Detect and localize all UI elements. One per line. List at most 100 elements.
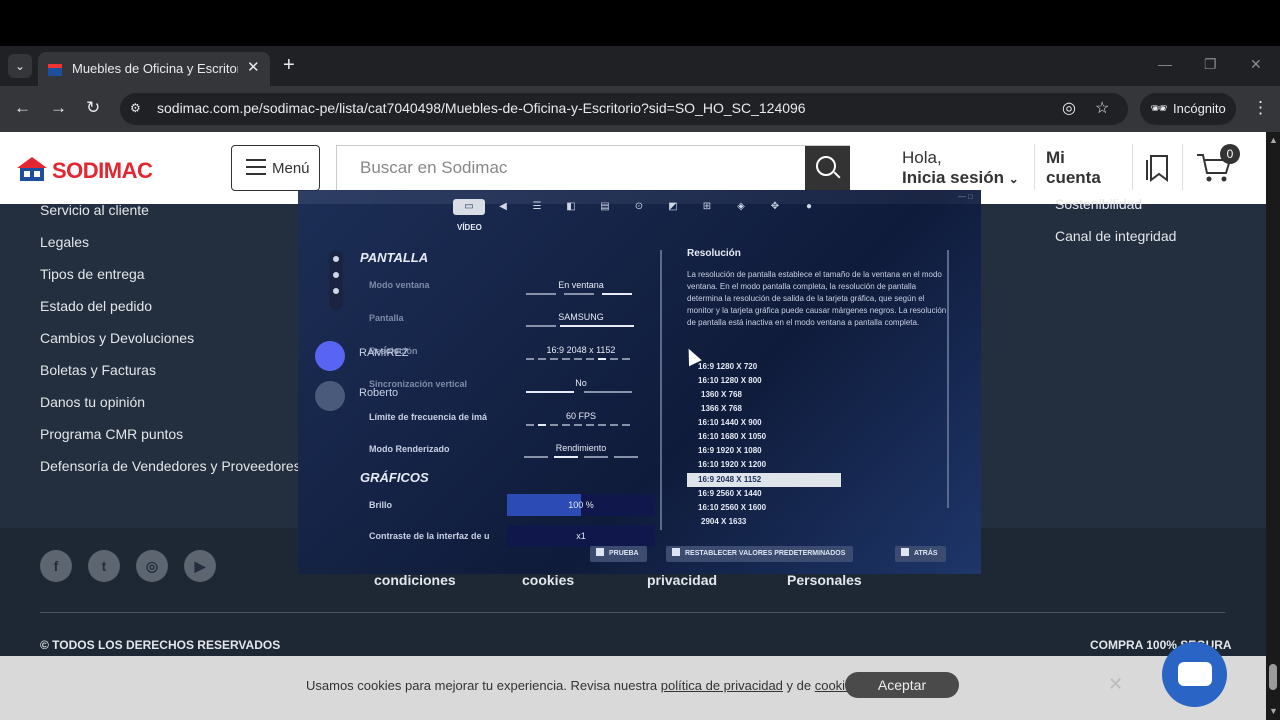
settings-scrollbar[interactable] <box>660 250 662 530</box>
privacy-policy-link[interactable]: política de privacidad <box>661 678 783 693</box>
resolution-option[interactable]: 16:10 2560 X 1600 <box>698 503 766 512</box>
youtube-icon[interactable]: ▶ <box>184 550 216 582</box>
resolution-option[interactable]: 16:10 1280 X 800 <box>698 376 762 385</box>
facebook-icon[interactable]: f <box>40 550 72 582</box>
resolution-option-selected[interactable]: 16:9 2048 X 1152 <box>687 473 841 487</box>
legal-link-privacy[interactable]: privacidad <box>647 572 717 588</box>
footer-link[interactable]: Servicio al cliente <box>40 202 149 218</box>
greeting-line1: Hola, <box>902 148 942 167</box>
resolution-option[interactable]: 16:9 1920 X 1080 <box>698 446 762 455</box>
resolution-option[interactable]: 2904 X 1633 <box>701 517 746 526</box>
resolution-option[interactable]: 1360 X 768 <box>701 390 742 399</box>
controller-layout-icon[interactable]: ◩ <box>663 199 683 215</box>
incognito-indicator[interactable]: 🕶 Incógnito <box>1140 93 1236 125</box>
footer-link[interactable]: Estado del pedido <box>40 298 152 314</box>
scroll-thumb[interactable] <box>1269 664 1277 690</box>
setting-value[interactable]: En ventana <box>522 280 640 290</box>
tab-close-icon[interactable]: ✕ <box>247 58 260 76</box>
ui-contrast-slider[interactable]: x1 <box>507 525 655 547</box>
scroll-down-icon[interactable]: ▼ <box>1269 706 1278 716</box>
resolution-option[interactable]: 1366 X 768 <box>701 404 742 413</box>
side-dot <box>333 256 339 262</box>
page-scrollbar[interactable]: ▲ ▼ <box>1266 132 1280 720</box>
setting-value[interactable]: SAMSUNG <box>522 312 640 322</box>
footer-link[interactable]: Programa CMR puntos <box>40 426 183 442</box>
touch-icon[interactable]: ✥ <box>765 199 785 215</box>
brightness-slider[interactable]: 100 % <box>507 494 655 516</box>
twitter-icon[interactable]: t <box>88 550 120 582</box>
restore-icon[interactable]: ❐ <box>1204 56 1217 73</box>
overlay-window-controls[interactable]: — □ <box>958 192 973 201</box>
setting-value[interactable]: 16:9 2048 x 1152 <box>522 345 640 355</box>
back-button[interactable]: ATRÁS <box>895 546 946 562</box>
footer-link[interactable]: Legales <box>40 234 89 250</box>
minimize-icon[interactable]: — <box>1158 56 1172 72</box>
gamepad-icon[interactable]: ◈ <box>731 199 751 215</box>
test-button[interactable]: PRUEBA <box>590 546 647 562</box>
section-graphics: GRÁFICOS <box>360 470 429 485</box>
footer-link[interactable]: Boletas y Facturas <box>40 362 156 378</box>
accept-cookies-button[interactable]: Aceptar <box>845 672 959 698</box>
footer-link-sustainability[interactable]: Sostenibilidad <box>1055 196 1142 212</box>
network-icon[interactable]: ⊞ <box>697 199 717 215</box>
contact-chat-button[interactable] <box>1162 642 1227 707</box>
setting-value[interactable]: Rendimiento <box>522 443 640 453</box>
menu-button[interactable]: Menú <box>231 145 320 191</box>
resolution-option[interactable]: 16:9 2560 X 1440 <box>698 489 762 498</box>
resolution-option[interactable]: 16:10 1920 X 1200 <box>698 460 766 469</box>
accessibility-icon[interactable]: ☰ <box>527 199 547 215</box>
slider-value: x1 <box>576 531 586 541</box>
my-account-link[interactable]: Mi cuenta <box>1046 148 1101 188</box>
reset-defaults-button[interactable]: RESTABLECER VALORES PREDETERMINADOS <box>666 546 854 562</box>
incognito-label: Incógnito <box>1173 101 1226 116</box>
footer-link[interactable]: Danos tu opinión <box>40 394 145 410</box>
cookie-message: Usamos cookies para mejorar tu experienc… <box>306 678 859 693</box>
footer-link-integrity[interactable]: Canal de integridad <box>1055 228 1176 244</box>
cookie-close-icon[interactable]: ✕ <box>1108 674 1123 695</box>
setting-value[interactable]: No <box>522 378 640 388</box>
forward-icon[interactable]: → <box>50 98 67 118</box>
resolution-option[interactable]: 16:10 1440 X 900 <box>698 418 762 427</box>
footer-link[interactable]: Cambios y Devoluciones <box>40 330 194 346</box>
legal-link-cookies[interactable]: cookies <box>522 572 574 588</box>
gameplay-icon[interactable]: ▤ <box>595 199 615 215</box>
sodimac-logo[interactable]: SODIMAC <box>16 154 176 186</box>
kebab-menu-icon[interactable]: ⋮ <box>1252 98 1269 118</box>
new-tab-plus-icon[interactable]: + <box>283 54 295 77</box>
discord-icon <box>315 381 345 411</box>
speaker-icon[interactable]: ◀ <box>493 199 513 215</box>
star-icon[interactable]: ☆ <box>1095 98 1109 118</box>
reload-icon[interactable]: ↻ <box>86 98 100 118</box>
search-button[interactable] <box>805 146 850 190</box>
account-icon[interactable]: ● <box>799 199 819 215</box>
side-dot <box>333 272 339 278</box>
overlay-side-scroll[interactable] <box>329 250 343 310</box>
login-link[interactable]: Hola, Inicia sesión ⌄ <box>902 148 1019 189</box>
section-screen: PANTALLA <box>360 250 429 265</box>
game-icon[interactable]: ◧ <box>561 199 581 215</box>
saved-lists-icon[interactable] <box>1145 154 1169 182</box>
legal-link-personal-data[interactable]: Personales <box>787 572 862 588</box>
tab-search-chevron-down-icon[interactable]: ⌄ <box>8 54 32 78</box>
key-t-icon <box>596 548 604 556</box>
resolution-option[interactable]: 16:9 1280 X 720 <box>698 362 757 371</box>
footer-link[interactable]: Defensoría de Vendedores y Proveedores <box>40 458 301 474</box>
browser-tab[interactable]: Muebles de Oficina y Escritorio ✕ <box>38 52 270 86</box>
mouse-icon[interactable]: ⊙ <box>629 199 649 215</box>
discord-username: RAMÍREZ <box>359 347 409 359</box>
window-close-icon[interactable]: ✕ <box>1250 56 1262 73</box>
eye-off-icon[interactable]: ◎ <box>1062 98 1076 118</box>
search-input[interactable] <box>337 146 805 190</box>
monitor-icon[interactable]: ▭ <box>453 199 485 215</box>
url-text[interactable]: sodimac.com.pe/sodimac-pe/lista/cat70404… <box>157 100 806 116</box>
instagram-icon[interactable]: ◎ <box>136 550 168 582</box>
scroll-up-icon[interactable]: ▲ <box>1269 135 1278 145</box>
resolution-option[interactable]: 16:10 1680 X 1050 <box>698 432 766 441</box>
legal-link-conditions[interactable]: condiciones <box>374 572 456 588</box>
omnibox[interactable]: ⚙ sodimac.com.pe/sodimac-pe/lista/cat704… <box>120 93 1128 125</box>
resolution-list-scrollbar[interactable] <box>947 250 949 508</box>
site-settings-icon[interactable]: ⚙ <box>130 101 146 117</box>
setting-value[interactable]: 60 FPS <box>522 411 640 421</box>
back-icon[interactable]: ← <box>14 98 31 118</box>
footer-link[interactable]: Tipos de entrega <box>40 266 145 282</box>
